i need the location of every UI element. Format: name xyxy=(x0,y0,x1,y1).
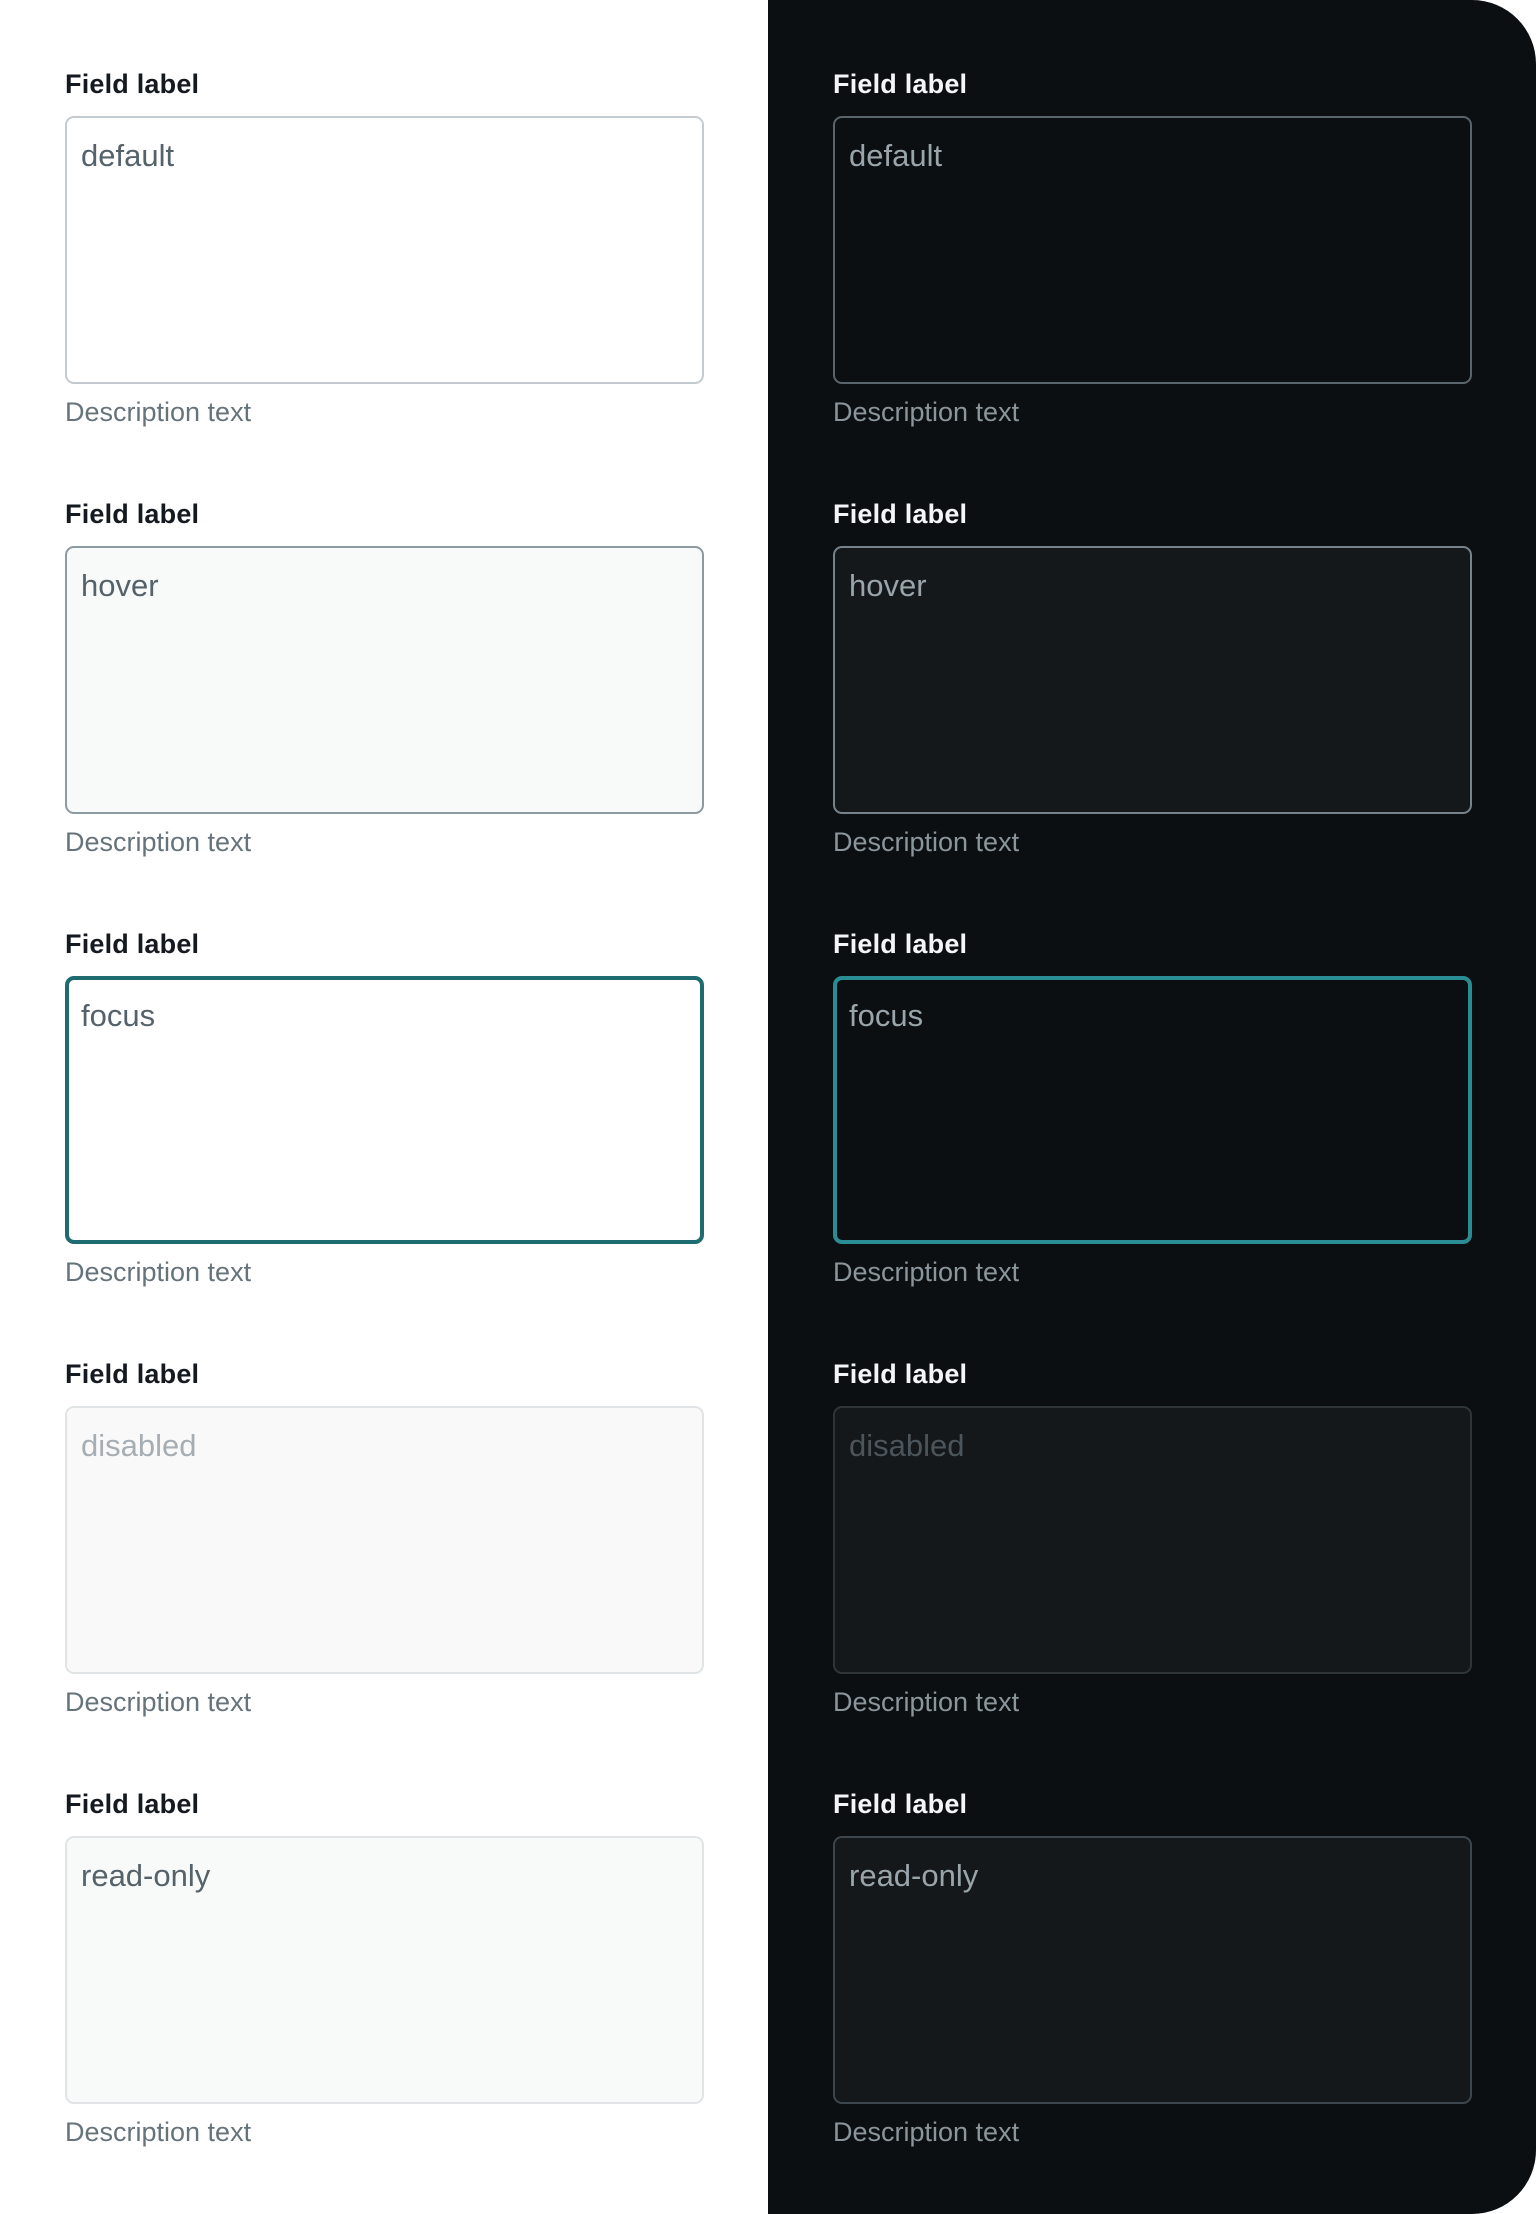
textarea-field-hover-dark: Field label hover Description text xyxy=(833,496,1472,860)
textarea-field-focus-light: Field label focus Description text xyxy=(65,926,704,1290)
description-text: Description text xyxy=(833,397,1020,427)
description-text: Description text xyxy=(833,2117,1020,2147)
field-label: Field label xyxy=(65,499,200,529)
textarea-disabled: disabled xyxy=(65,1406,704,1674)
textarea-read-only[interactable]: read-only xyxy=(65,1836,704,2104)
light-theme-panel: Field label default Description text Fie… xyxy=(0,0,768,2214)
textarea-field-default-dark: Field label default Description text xyxy=(833,66,1472,430)
textarea-field-disabled-dark: Field label disabled Description text xyxy=(833,1356,1472,1720)
textarea-default[interactable]: default xyxy=(65,116,704,384)
description-text: Description text xyxy=(833,827,1020,857)
textarea-value: hover xyxy=(849,568,927,603)
textarea-field-default-light: Field label default Description text xyxy=(65,66,704,430)
description-text: Description text xyxy=(833,1687,1020,1717)
textarea-states-page: Field label default Description text Fie… xyxy=(0,0,1536,2214)
textarea-field-readonly-light: Field label read-only Description text xyxy=(65,1786,704,2150)
description-text: Description text xyxy=(65,2117,252,2147)
dark-theme-panel: Field label default Description text Fie… xyxy=(768,0,1536,2214)
textarea-value: focus xyxy=(849,998,924,1033)
textarea-focus[interactable]: focus xyxy=(833,976,1472,1244)
textarea-value: default xyxy=(849,138,943,173)
textarea-focus[interactable]: focus xyxy=(65,976,704,1244)
field-label: Field label xyxy=(65,1359,200,1389)
textarea-value: default xyxy=(81,138,175,173)
textarea-field-focus-dark: Field label focus Description text xyxy=(833,926,1472,1290)
textarea-value: disabled xyxy=(849,1428,965,1463)
description-text: Description text xyxy=(65,827,252,857)
textarea-value: read-only xyxy=(81,1858,211,1893)
textarea-value: focus xyxy=(81,998,156,1033)
textarea-value: disabled xyxy=(81,1428,197,1463)
description-text: Description text xyxy=(65,1257,252,1287)
textarea-disabled: disabled xyxy=(833,1406,1472,1674)
field-label: Field label xyxy=(833,69,968,99)
textarea-field-hover-light: Field label hover Description text xyxy=(65,496,704,860)
textarea-value: hover xyxy=(81,568,159,603)
description-text: Description text xyxy=(65,397,252,427)
textarea-field-disabled-light: Field label disabled Description text xyxy=(65,1356,704,1720)
textarea-read-only[interactable]: read-only xyxy=(833,1836,1472,2104)
field-label: Field label xyxy=(65,69,200,99)
textarea-value: read-only xyxy=(849,1858,979,1893)
description-text: Description text xyxy=(65,1687,252,1717)
field-label: Field label xyxy=(833,1359,968,1389)
description-text: Description text xyxy=(833,1257,1020,1287)
field-label: Field label xyxy=(833,1789,968,1819)
textarea-hover[interactable]: hover xyxy=(65,546,704,814)
field-label: Field label xyxy=(833,929,968,959)
textarea-hover[interactable]: hover xyxy=(833,546,1472,814)
textarea-field-readonly-dark: Field label read-only Description text xyxy=(833,1786,1472,2150)
textarea-default[interactable]: default xyxy=(833,116,1472,384)
field-label: Field label xyxy=(65,929,200,959)
field-label: Field label xyxy=(833,499,968,529)
field-label: Field label xyxy=(65,1789,200,1819)
